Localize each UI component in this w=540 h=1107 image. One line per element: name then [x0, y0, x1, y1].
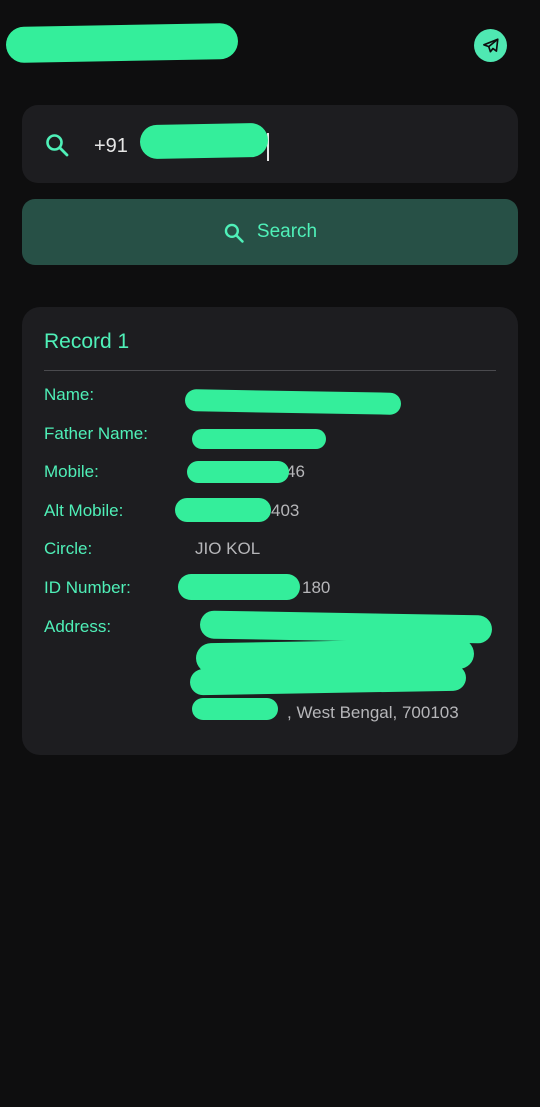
field-label-father-name: Father Name:: [44, 424, 148, 443]
field-value-alt-mobile: 403: [271, 501, 300, 520]
record-title: Record 1: [44, 330, 130, 353]
telegram-button[interactable]: [474, 29, 507, 62]
record-card: Record 1 Name: Father Name: Mobile: 46 A…: [22, 307, 518, 755]
search-input[interactable]: +9146: [22, 105, 518, 183]
divider: [44, 370, 496, 371]
redaction-mark: [5, 22, 239, 64]
field-label-circle: Circle:: [44, 539, 93, 558]
search-button-label: Search: [256, 221, 318, 242]
search-value-prefix: +91: [94, 135, 128, 157]
field-label-alt-mobile: Alt Mobile:: [44, 501, 124, 520]
field-value-id-number: 180: [302, 578, 331, 597]
field-value-circle: JIO KOL: [195, 539, 261, 558]
redaction-mark: [178, 574, 300, 600]
app-header: [0, 0, 540, 90]
field-label-address: Address:: [44, 617, 112, 636]
field-label-id-number: ID Number:: [44, 578, 131, 597]
search-button[interactable]: Search: [22, 199, 518, 265]
field-label-name: Name:: [44, 385, 95, 404]
redaction-mark: [187, 461, 289, 483]
redaction-mark: [139, 122, 269, 160]
redaction-mark: [184, 389, 402, 415]
redaction-mark: [192, 698, 278, 720]
search-icon: [224, 223, 244, 243]
telegram-icon: [482, 37, 499, 53]
app-screen: +9146 Search Record 1 Name: Father Name:…: [0, 0, 540, 1107]
field-label-mobile: Mobile:: [44, 462, 99, 481]
redaction-mark: [175, 498, 271, 522]
search-icon: [46, 134, 69, 157]
app-title: [5, 22, 239, 64]
redaction-mark: [189, 664, 467, 696]
redaction-mark: [192, 429, 326, 449]
